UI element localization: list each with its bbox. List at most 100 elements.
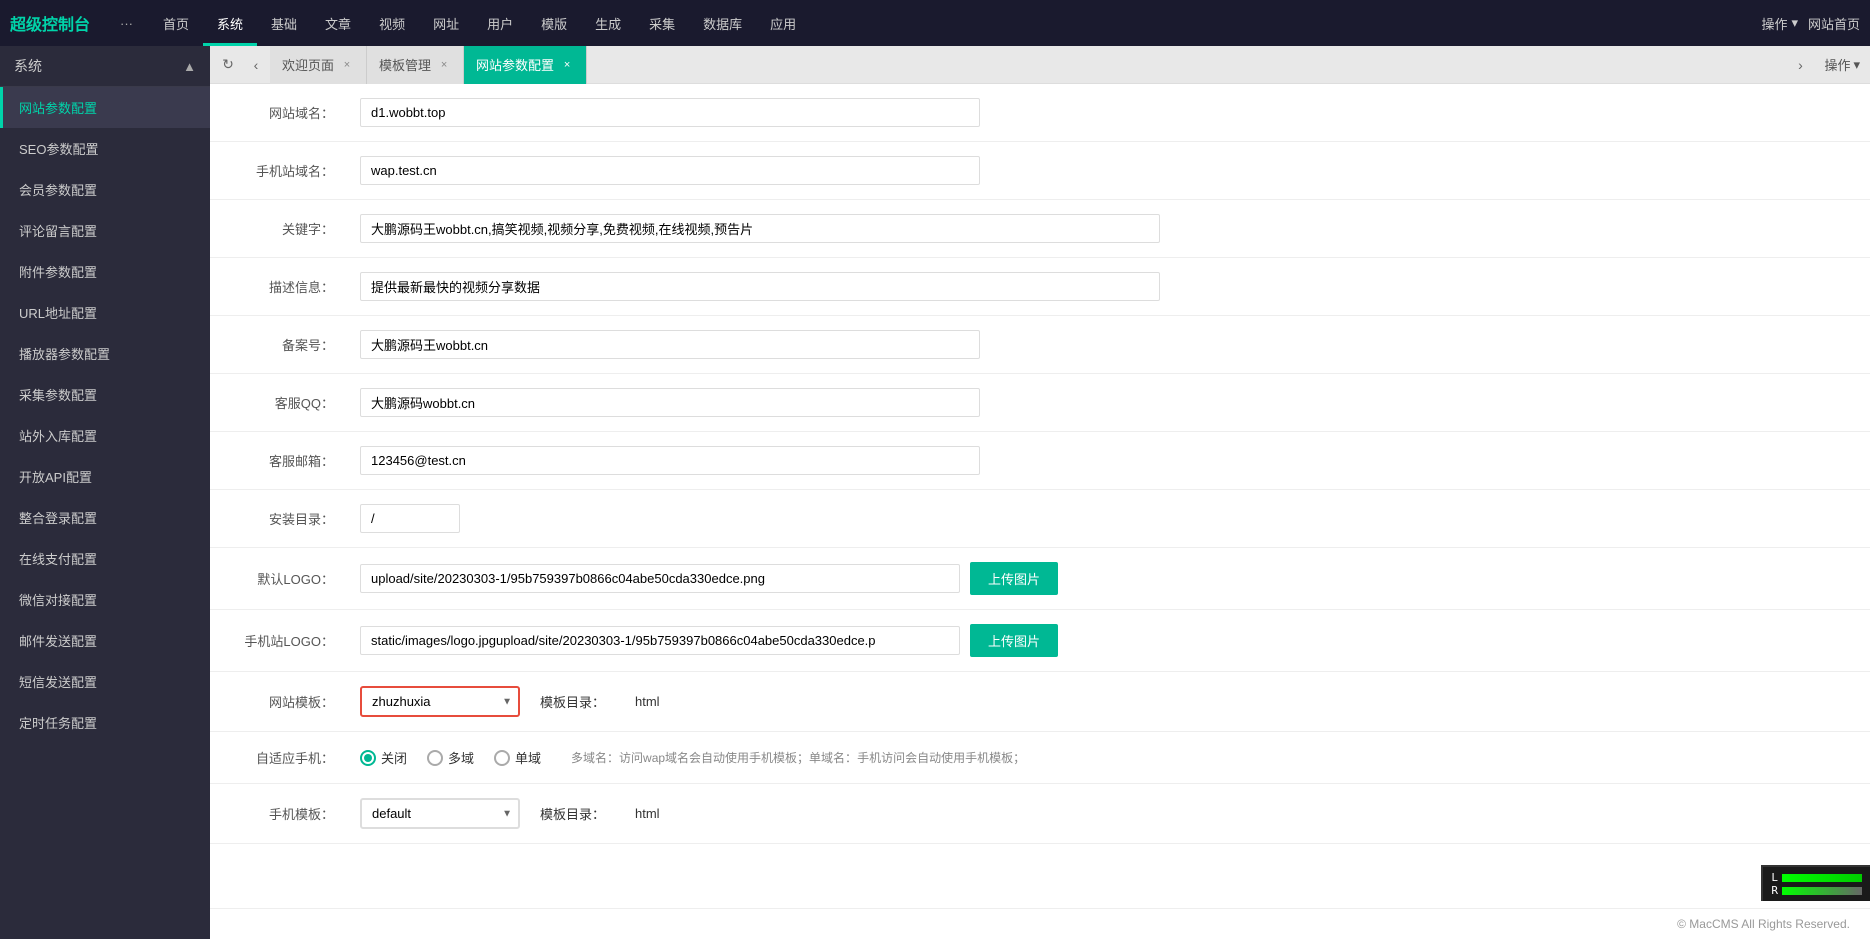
template-select[interactable]: zhuzhuxia [360, 686, 520, 717]
sidebar-item-site-config[interactable]: 网站参数配置 [0, 87, 210, 128]
label-description: 描述信息： [210, 277, 350, 296]
value-install-dir [350, 498, 1870, 539]
template-select-group: zhuzhuxia 模板目录： html [360, 686, 1860, 717]
tab-welcome-label: 欢迎页面 [282, 55, 334, 74]
tab-site-config-close[interactable]: × [560, 58, 574, 72]
sidebar-item-api-config[interactable]: 开放API配置 [0, 456, 210, 497]
input-email[interactable] [360, 446, 980, 475]
value-qq [350, 382, 1870, 423]
nav-user[interactable]: 用户 [473, 0, 527, 46]
value-domain [350, 92, 1870, 133]
sidebar-item-email-config[interactable]: 邮件发送配置 [0, 620, 210, 661]
sidebar-header: 系统 ▲ [0, 46, 210, 87]
back-button[interactable]: ‹ [242, 51, 270, 79]
input-mobile-logo[interactable] [360, 626, 960, 655]
form-row-mobile-logo: 手机站LOGO： 上传图片 [210, 610, 1870, 672]
sidebar-item-attachment-config[interactable]: 附件参数配置 [0, 251, 210, 292]
tab-template-mgmt[interactable]: 模板管理 × [367, 46, 464, 84]
nav-system[interactable]: 系统 [203, 0, 257, 46]
sidebar-item-payment-config[interactable]: 在线支付配置 [0, 538, 210, 579]
site-home-button[interactable]: 网站首页 [1808, 14, 1860, 33]
mobile-template-select[interactable]: default [360, 798, 520, 829]
refresh-button[interactable]: ↻ [214, 51, 242, 79]
form-row-domain: 网站域名： [210, 84, 1870, 142]
sidebar-item-sms-config[interactable]: 短信发送配置 [0, 661, 210, 702]
nav-generate[interactable]: 生成 [581, 0, 635, 46]
nav-video[interactable]: 视频 [365, 0, 419, 46]
value-template: zhuzhuxia 模板目录： html [350, 680, 1870, 723]
sidebar-title: 系统 [14, 56, 42, 76]
form-row-mobile-domain: 手机站域名： [210, 142, 1870, 200]
sidebar-item-wechat-config[interactable]: 微信对接配置 [0, 579, 210, 620]
label-template: 网站模板： [210, 692, 350, 711]
label-domain: 网站域名： [210, 103, 350, 122]
footer-text: © MacCMS All Rights Reserved. [1677, 917, 1850, 931]
sidebar-item-player-config[interactable]: 播放器参数配置 [0, 333, 210, 374]
content-area: ↻ ‹ 欢迎页面 × 模板管理 × 网站参数配置 × › 操作 ▾ [210, 46, 1870, 939]
input-icp[interactable] [360, 330, 980, 359]
value-responsive: 关闭 多域 单域 多域名：访问wap域名会自动使用手机模板；单域名：手机访问会自… [350, 742, 1870, 773]
label-email: 客服邮箱： [210, 451, 350, 470]
form-row-responsive: 自适应手机： 关闭 多域 单域 [210, 732, 1870, 784]
sidebar-item-url-config[interactable]: URL地址配置 [0, 292, 210, 333]
input-qq[interactable] [360, 388, 980, 417]
top-op-button[interactable]: 操作 ▾ [1761, 14, 1798, 33]
input-domain[interactable] [360, 98, 980, 127]
sidebar-item-member-config[interactable]: 会员参数配置 [0, 169, 210, 210]
sidebar-item-login-config[interactable]: 整合登录配置 [0, 497, 210, 538]
radio-single-domain[interactable]: 单域 [494, 748, 541, 767]
template-dir-value: html [625, 688, 670, 715]
input-keywords[interactable] [360, 214, 1160, 243]
label-responsive: 自适应手机： [210, 748, 350, 767]
input-mobile-domain[interactable] [360, 156, 980, 185]
nav-url[interactable]: 网址 [419, 0, 473, 46]
upload-mobile-logo-button[interactable]: 上传图片 [970, 624, 1058, 657]
responsive-radio-group: 关闭 多域 单域 多域名：访问wap域名会自动使用手机模板；单域名：手机访问会自… [360, 748, 1860, 767]
form-row-template: 网站模板： zhuzhuxia 模板目录： html [210, 672, 1870, 732]
radio-close[interactable]: 关闭 [360, 748, 407, 767]
nav-collect[interactable]: 采集 [635, 0, 689, 46]
tab-site-config[interactable]: 网站参数配置 × [464, 46, 587, 84]
nav-basic[interactable]: 基础 [257, 0, 311, 46]
sidebar-item-seo-config[interactable]: SEO参数配置 [0, 128, 210, 169]
label-mobile-template: 手机模板： [210, 804, 350, 823]
form-area: 网站域名： 手机站域名： 关键字： 描述信息： [210, 84, 1870, 908]
tab-site-config-label: 网站参数配置 [476, 55, 554, 74]
nav-template[interactable]: 模版 [527, 0, 581, 46]
input-install-dir[interactable] [360, 504, 460, 533]
form-row-default-logo: 默认LOGO： 上传图片 [210, 548, 1870, 610]
tab-template-close[interactable]: × [437, 58, 451, 72]
tab-op-dropdown-icon: ▾ [1853, 57, 1860, 73]
radio-multi-domain[interactable]: 多域 [427, 748, 474, 767]
sidebar-item-external-config[interactable]: 站外入库配置 [0, 415, 210, 456]
top-nav-menu: 首页 系统 基础 文章 视频 网址 用户 模版 生成 采集 数据库 应用 [149, 0, 1761, 46]
upload-logo-button[interactable]: 上传图片 [970, 562, 1058, 595]
nav-app[interactable]: 应用 [756, 0, 810, 46]
nav-database[interactable]: 数据库 [689, 0, 756, 46]
leak-row-r: R [1771, 884, 1862, 897]
tab-welcome-close[interactable]: × [340, 58, 354, 72]
tab-op-button[interactable]: 操作 ▾ [1818, 53, 1866, 76]
tab-scroll-right[interactable]: › [1788, 53, 1812, 77]
footer: © MacCMS All Rights Reserved. [210, 908, 1870, 939]
label-qq: 客服QQ： [210, 393, 350, 412]
input-description[interactable] [360, 272, 1160, 301]
dropdown-icon: ▾ [1791, 15, 1798, 31]
mobile-template-dir-value: html [625, 800, 670, 827]
tab-bar-right: › 操作 ▾ [1788, 53, 1866, 77]
main-layout: 系统 ▲ 网站参数配置 SEO参数配置 会员参数配置 评论留言配置 附件参数配置… [0, 46, 1870, 939]
sidebar-collapse-icon[interactable]: ▲ [183, 59, 196, 74]
nav-article[interactable]: 文章 [311, 0, 365, 46]
sidebar-item-collect-config[interactable]: 采集参数配置 [0, 374, 210, 415]
sidebar-item-comment-config[interactable]: 评论留言配置 [0, 210, 210, 251]
sidebar-item-cron-config[interactable]: 定时任务配置 [0, 702, 210, 743]
mobile-template-select-wrapper: default [360, 798, 520, 829]
label-icp: 备案号： [210, 335, 350, 354]
leak-bar-r [1782, 887, 1862, 895]
tab-template-label: 模板管理 [379, 55, 431, 74]
input-default-logo[interactable] [360, 564, 960, 593]
form-row-description: 描述信息： [210, 258, 1870, 316]
nav-home[interactable]: 首页 [149, 0, 203, 46]
dots-menu[interactable]: ··· [120, 16, 133, 31]
tab-welcome[interactable]: 欢迎页面 × [270, 46, 367, 84]
